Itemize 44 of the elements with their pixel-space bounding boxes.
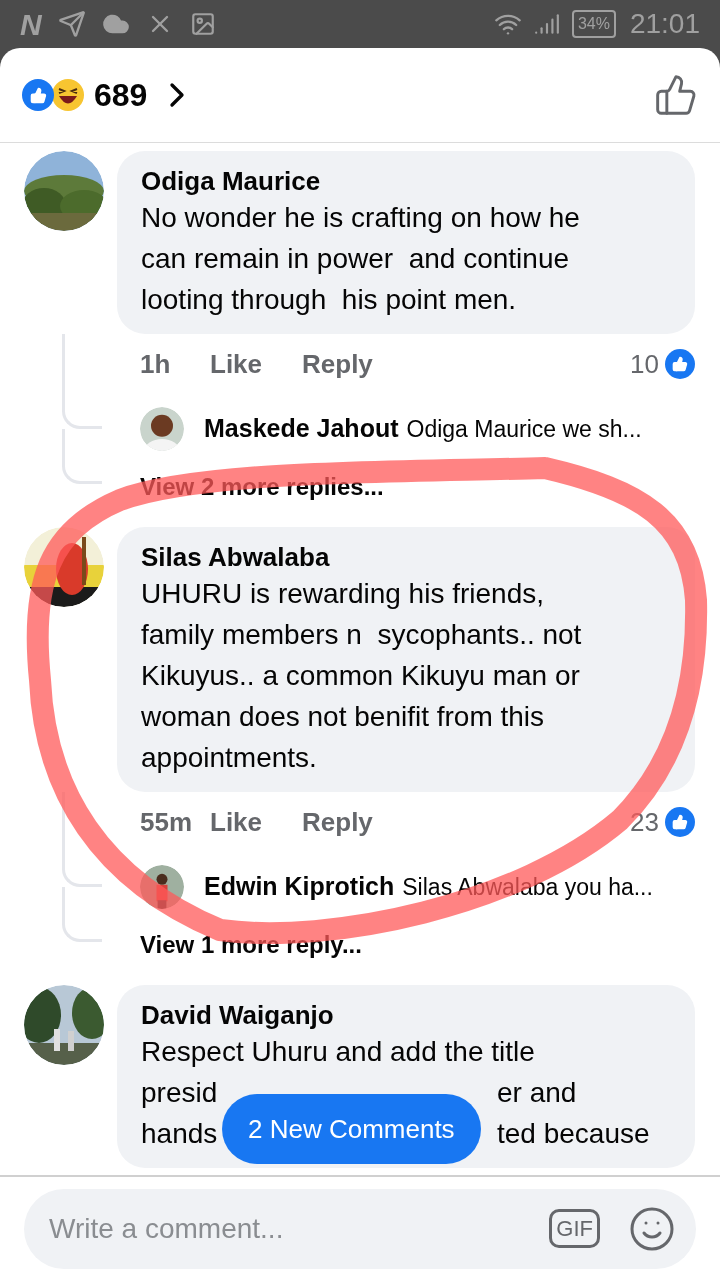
comment-time: 55m bbox=[140, 805, 194, 839]
comment-text: Kikuyus.. a common Kikuyu man or bbox=[141, 659, 581, 693]
reaction-count[interactable]: 689 bbox=[94, 71, 148, 119]
app-logo: N bbox=[20, 6, 42, 43]
reply-author[interactable]: Maskede Jahout bbox=[204, 410, 399, 448]
reply-link[interactable]: Reply bbox=[302, 344, 373, 384]
comment-text: No wonder he is crafting on how he bbox=[141, 201, 581, 235]
view-more-replies[interactable]: View 1 more reply... bbox=[140, 922, 695, 967]
comment-text: hands bbox=[141, 1118, 218, 1149]
comment-text: presid bbox=[141, 1077, 218, 1108]
comment-text: can remain in power and continue bbox=[141, 242, 571, 276]
comment-text: UHURU is rewarding his friends, bbox=[141, 577, 545, 611]
like-count: 23 bbox=[630, 805, 659, 839]
comment-text: ted because bbox=[497, 1117, 651, 1151]
new-comments-button[interactable]: 2 New Comments bbox=[222, 1094, 481, 1164]
like-icon bbox=[665, 807, 695, 837]
signal-icon bbox=[533, 11, 560, 37]
like-link[interactable]: Like bbox=[210, 802, 263, 842]
laugh-reaction-icon bbox=[52, 79, 84, 111]
like-reaction-icon bbox=[22, 79, 54, 111]
clock: 21:01 bbox=[629, 7, 700, 41]
reply-author[interactable]: Edwin Kiprotich bbox=[204, 868, 395, 906]
comment-text: woman does not benifit from this bbox=[141, 700, 546, 734]
gif-button[interactable]: GIF bbox=[549, 1209, 600, 1248]
comment-text: looting through his point men. bbox=[141, 283, 518, 317]
comment-author[interactable]: David Waiganjo bbox=[141, 999, 671, 1031]
image-icon bbox=[189, 11, 216, 37]
like-link[interactable]: Like bbox=[210, 344, 263, 384]
comment-text: Respect Uhuru and add the title bbox=[141, 1035, 536, 1069]
reply-link[interactable]: Reply bbox=[302, 802, 373, 842]
comment-field[interactable]: Write a comment... GIF bbox=[24, 1188, 696, 1269]
like-count: 10 bbox=[630, 347, 659, 381]
like-icon bbox=[665, 349, 695, 379]
comment-author[interactable]: Odiga Maurice bbox=[141, 165, 671, 197]
reply-text: Silas Abwalaba you ha... bbox=[402, 873, 653, 903]
comment-text: appointments. bbox=[141, 741, 318, 775]
battery-level: 34% bbox=[571, 10, 616, 38]
comment-author[interactable]: Silas Abwalaba bbox=[141, 541, 671, 573]
send-icon bbox=[57, 10, 86, 38]
comment-text: er and bbox=[497, 1076, 578, 1110]
comment-text: family members n sycophants.. not bbox=[141, 618, 583, 652]
like-button[interactable] bbox=[654, 73, 698, 117]
reply-text: Odiga Maurice we sh... bbox=[406, 415, 642, 445]
comment-time: 1h bbox=[140, 347, 172, 381]
